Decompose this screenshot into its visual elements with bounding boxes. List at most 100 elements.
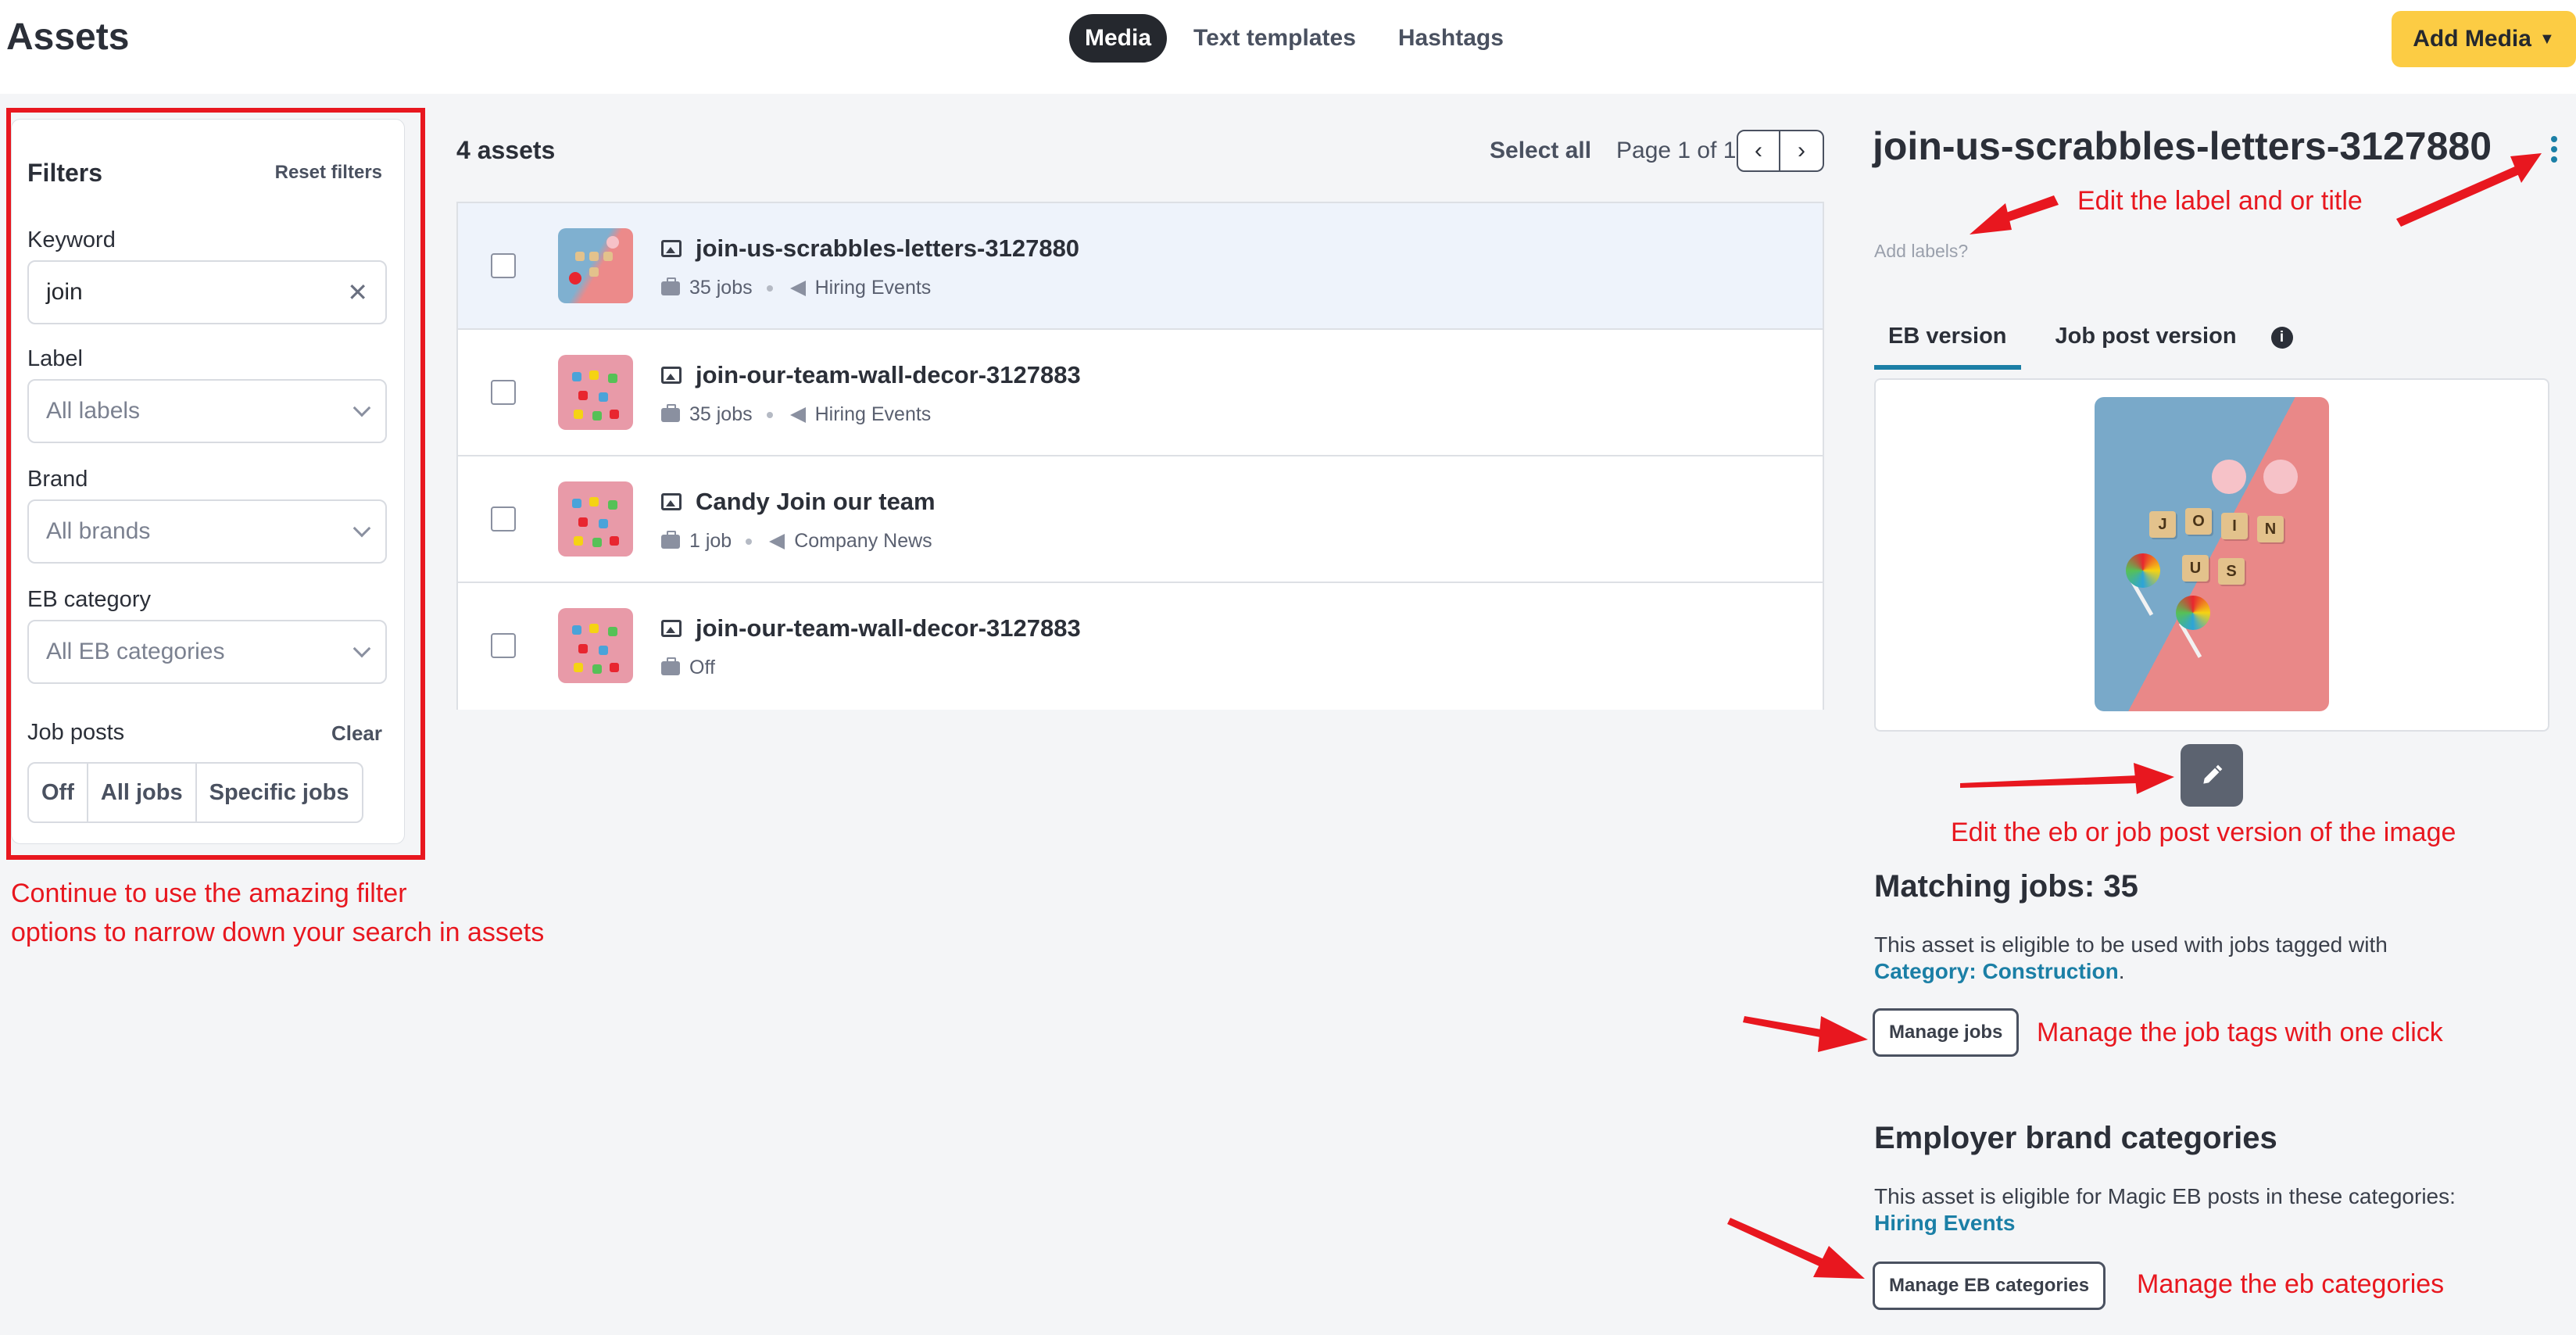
briefcase-icon xyxy=(661,530,680,549)
filters-annotation-line2: options to narrow down your search in as… xyxy=(11,918,545,947)
add-media-button[interactable]: Add Media ▼ xyxy=(2392,11,2576,67)
separator-dot xyxy=(746,538,753,545)
tab-text-templates[interactable]: Text templates xyxy=(1178,14,1372,63)
asset-count: 4 assets xyxy=(456,136,556,164)
asset-detail-title[interactable]: join-us-scrabbles-letters-3127880 xyxy=(1873,123,2513,169)
pagination: ‹ › xyxy=(1737,130,1824,172)
megaphone-icon xyxy=(789,280,806,296)
tab-job-post-version[interactable]: Job post version xyxy=(2041,319,2251,365)
arrow-to-kebab xyxy=(2396,166,2521,227)
letter-tile: S xyxy=(2218,558,2245,585)
arrow-to-edit-head xyxy=(2134,763,2174,794)
asset-title: join-our-team-wall-decor-3127883 xyxy=(661,614,1081,642)
asset-meta: 1 job Company News xyxy=(661,530,932,553)
matching-jobs-text: This asset is eligible to be used with j… xyxy=(1874,932,2388,957)
matching-jobs-description: This asset is eligible to be used with j… xyxy=(1874,932,2546,985)
asset-thumbnail xyxy=(558,481,633,557)
image-icon xyxy=(661,620,682,637)
manage-jobs-button[interactable]: Manage jobs xyxy=(1873,1008,2020,1057)
asset-preview-image: J O I N U S xyxy=(2095,397,2329,711)
asset-title-text: Candy Join our team xyxy=(696,488,936,515)
briefcase-icon xyxy=(661,657,680,675)
add-media-label: Add Media xyxy=(2413,26,2531,52)
asset-meta: 35 jobs Hiring Events xyxy=(661,277,931,299)
asset-title: Candy Join our team xyxy=(661,488,936,516)
title-annotation: Edit the label and or title xyxy=(2077,186,2363,216)
hiring-events-link[interactable]: Hiring Events xyxy=(1874,1210,2546,1237)
arrow-to-manage-jobs xyxy=(1743,1016,1826,1038)
heart-decor xyxy=(2212,460,2246,494)
matching-jobs-title: Matching jobs: 35 xyxy=(1874,869,2138,904)
row-checkbox[interactable] xyxy=(491,253,516,278)
asset-jobs: Off xyxy=(689,657,715,678)
list-item[interactable]: join-our-team-wall-decor-3127883 Off xyxy=(458,583,1823,710)
asset-category: Hiring Events xyxy=(814,403,932,425)
pencil-icon xyxy=(2203,764,2223,784)
image-icon xyxy=(661,493,682,510)
megaphone-icon xyxy=(789,406,806,423)
select-all-button[interactable]: Select all xyxy=(1490,138,1591,164)
image-icon xyxy=(661,367,682,384)
arrow-to-labels-head xyxy=(1970,203,2012,234)
briefcase-icon xyxy=(661,277,680,295)
eb-annotation: Manage the eb categories xyxy=(2137,1269,2445,1299)
chevron-left-icon[interactable]: ‹ xyxy=(1737,130,1780,172)
asset-meta: Off xyxy=(661,657,715,679)
lollipop-decor xyxy=(2126,553,2160,588)
chevron-right-icon[interactable]: › xyxy=(1780,130,1824,172)
list-item[interactable]: join-us-scrabbles-letters-3127880 35 job… xyxy=(458,203,1823,330)
letter-tile: N xyxy=(2257,516,2284,542)
eb-categories-description: This asset is eligible for Magic EB post… xyxy=(1874,1183,2546,1237)
letter-tile: J xyxy=(2149,511,2176,538)
arrow-to-labels xyxy=(1998,195,2059,224)
separator-dot xyxy=(766,411,773,418)
asset-thumbnail xyxy=(558,228,633,303)
asset-title-text: join-our-team-wall-decor-3127883 xyxy=(696,361,1081,388)
page-title: Assets xyxy=(6,16,130,58)
caret-down-icon: ▼ xyxy=(2538,30,2555,48)
asset-category: Company News xyxy=(794,530,932,552)
filters-annotation-line1: Continue to use the amazing filter xyxy=(11,879,407,908)
add-labels-link[interactable]: Add labels? xyxy=(1874,241,1968,262)
arrow-to-manage-eb-head xyxy=(1813,1246,1865,1279)
version-tabs: EB version Job post version i xyxy=(1874,319,2293,370)
arrow-to-manage-eb xyxy=(1727,1218,1826,1268)
arrow-to-edit xyxy=(1960,775,2138,788)
asset-category: Hiring Events xyxy=(814,277,932,299)
tab-eb-version[interactable]: EB version xyxy=(1874,319,2021,370)
manage-eb-categories-button[interactable]: Manage EB categories xyxy=(1873,1262,2106,1310)
jobs-annotation: Manage the job tags with one click xyxy=(2037,1018,2443,1047)
category-construction-link[interactable]: Category: Construction xyxy=(1874,959,2119,983)
asset-thumbnail xyxy=(558,608,633,683)
row-checkbox[interactable] xyxy=(491,506,516,531)
asset-thumbnail xyxy=(558,355,633,430)
edit-image-button[interactable] xyxy=(2181,744,2243,807)
lollipop-decor xyxy=(2176,596,2210,630)
image-icon xyxy=(661,240,682,257)
more-options-icon[interactable] xyxy=(2551,136,2557,163)
asset-list: join-us-scrabbles-letters-3127880 35 job… xyxy=(456,202,1824,710)
list-item[interactable]: Candy Join our team 1 job Company News xyxy=(458,456,1823,583)
asset-type-tabs: Media Text templates Hashtags xyxy=(1069,14,1519,63)
letter-tile: I xyxy=(2221,513,2248,539)
briefcase-icon xyxy=(661,403,680,422)
arrow-to-kebab-head xyxy=(2510,153,2542,183)
page-indicator: Page 1 of 1 xyxy=(1616,138,1737,163)
info-icon[interactable]: i xyxy=(2270,327,2293,349)
row-checkbox[interactable] xyxy=(491,633,516,658)
asset-title-text: join-us-scrabbles-letters-3127880 xyxy=(696,234,1080,262)
megaphone-icon xyxy=(769,533,785,549)
tab-media[interactable]: Media xyxy=(1069,14,1168,63)
asset-jobs: 35 jobs xyxy=(689,277,753,299)
filters-annotation: Continue to use the amazing filter optio… xyxy=(11,874,544,952)
tab-hashtags[interactable]: Hashtags xyxy=(1383,14,1519,63)
eb-categories-text: This asset is eligible for Magic EB post… xyxy=(1874,1184,2456,1208)
separator-dot xyxy=(766,285,773,292)
letter-tile: U xyxy=(2182,555,2209,582)
asset-meta: 35 jobs Hiring Events xyxy=(661,403,931,426)
list-item[interactable]: join-our-team-wall-decor-3127883 35 jobs… xyxy=(458,330,1823,456)
row-checkbox[interactable] xyxy=(491,380,516,405)
eb-categories-title: Employer brand categories xyxy=(1874,1121,2277,1155)
asset-jobs: 1 job xyxy=(689,530,732,552)
asset-title: join-us-scrabbles-letters-3127880 xyxy=(661,234,1079,263)
